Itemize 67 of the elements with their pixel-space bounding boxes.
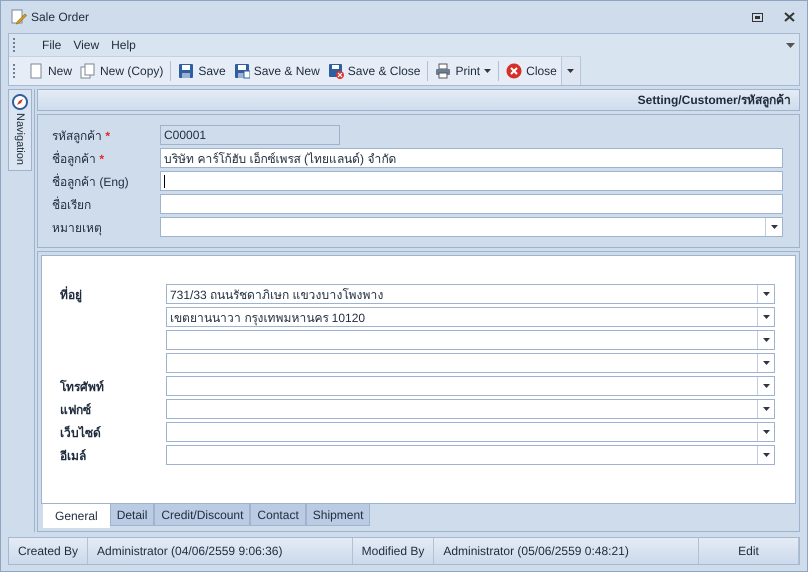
status-value: Administrator (04/06/2559 9:06:36) xyxy=(88,538,353,564)
save-new-icon xyxy=(234,63,250,79)
navigation-tab[interactable]: Navigation xyxy=(8,89,32,171)
toolbar-button[interactable]: Save & Close xyxy=(324,61,424,81)
dropdown-arrow-icon xyxy=(762,315,770,319)
dropdown-arrow-icon xyxy=(762,407,770,411)
dropdown-arrow-icon xyxy=(762,430,770,434)
input-field[interactable]: บริษัท คาร์โก้ฮับ เอ็กซ์เพรส (ไทยแลนด์) จำกัด xyxy=(160,148,783,168)
print-icon xyxy=(435,63,452,79)
dropdown-arrow-icon xyxy=(762,361,770,365)
breadcrumb: Setting/Customer/รหัสลูกค้า xyxy=(37,89,800,111)
edit-document-icon xyxy=(11,9,27,25)
toolbar-button[interactable]: New xyxy=(24,61,76,81)
field-label: โทรศัพท์ xyxy=(60,378,105,396)
field-label: หมายเหตุ xyxy=(52,220,103,236)
dropdown-arrow-icon xyxy=(762,338,770,342)
toolbar-button[interactable]: Save xyxy=(174,61,230,81)
status-label: Created By xyxy=(9,538,88,564)
status-label: Modified By xyxy=(352,538,434,564)
input-field[interactable] xyxy=(160,194,783,214)
menu-item[interactable]: Help xyxy=(105,38,142,52)
dropdown-arrow-icon xyxy=(770,225,778,229)
field-label: รหัสลูกค้า * xyxy=(52,128,112,144)
save-icon xyxy=(178,63,194,79)
combo-field[interactable]: เขตยานนาวา กรุงเทพมหานคร 10120 xyxy=(166,307,775,327)
field-label: อีเมล์ xyxy=(60,448,87,464)
dropdown-arrow-icon xyxy=(762,384,770,388)
field-label: แฟกซ์ xyxy=(60,402,92,418)
toolbar-button[interactable]: New (Copy) xyxy=(76,61,168,81)
menu-item[interactable]: File xyxy=(36,38,68,52)
combo-field[interactable] xyxy=(166,330,775,350)
tab[interactable]: Credit/Discount xyxy=(154,504,250,526)
mode-indicator: Edit xyxy=(699,538,800,564)
toolbar-button[interactable]: Print xyxy=(431,61,496,81)
compass-icon xyxy=(12,94,28,110)
status-value: Administrator (05/06/2559 0:48:21) xyxy=(434,538,700,564)
toolbar-button[interactable]: Save & New xyxy=(230,61,324,81)
input-field[interactable] xyxy=(160,171,783,191)
field-label: เว็บไซด์ xyxy=(60,424,102,442)
field-label: ชื่อลูกค้า * xyxy=(52,150,106,168)
field-label: ชื่อเรียก xyxy=(52,196,92,214)
close-icon xyxy=(506,63,522,79)
window-title: Sale Order xyxy=(31,10,90,24)
combo-field[interactable] xyxy=(160,217,783,237)
combo-field[interactable] xyxy=(166,445,775,465)
customize-arrow-icon[interactable] xyxy=(786,42,795,48)
dropdown-arrow-icon xyxy=(762,292,770,296)
copy-document-icon xyxy=(80,63,96,79)
dropdown-arrow-icon xyxy=(567,69,574,73)
combo-field[interactable] xyxy=(166,399,775,419)
menu-item[interactable]: View xyxy=(67,38,106,52)
toolbar-overflow-button[interactable] xyxy=(560,57,580,85)
combo-field[interactable] xyxy=(166,422,775,442)
tab[interactable]: Contact xyxy=(250,504,306,526)
combo-field[interactable] xyxy=(166,376,775,396)
save-close-icon xyxy=(328,63,344,79)
tab[interactable]: General xyxy=(43,504,110,528)
toolbar-button[interactable]: Close xyxy=(502,61,561,81)
tab[interactable]: Shipment xyxy=(306,504,370,526)
combo-field[interactable] xyxy=(166,353,775,373)
tab[interactable]: Detail xyxy=(110,504,154,526)
dropdown-arrow-icon xyxy=(762,453,770,457)
combo-field[interactable]: 731/33 ถนนรัชดาภิเษก แขวงบางโพงพาง xyxy=(166,284,775,304)
field-label: ชื่อลูกค้า (Eng) xyxy=(52,172,130,190)
input-field[interactable]: C00001 xyxy=(160,125,340,145)
field-label: ที่อยู่ xyxy=(60,285,83,304)
new-document-icon xyxy=(28,63,44,79)
